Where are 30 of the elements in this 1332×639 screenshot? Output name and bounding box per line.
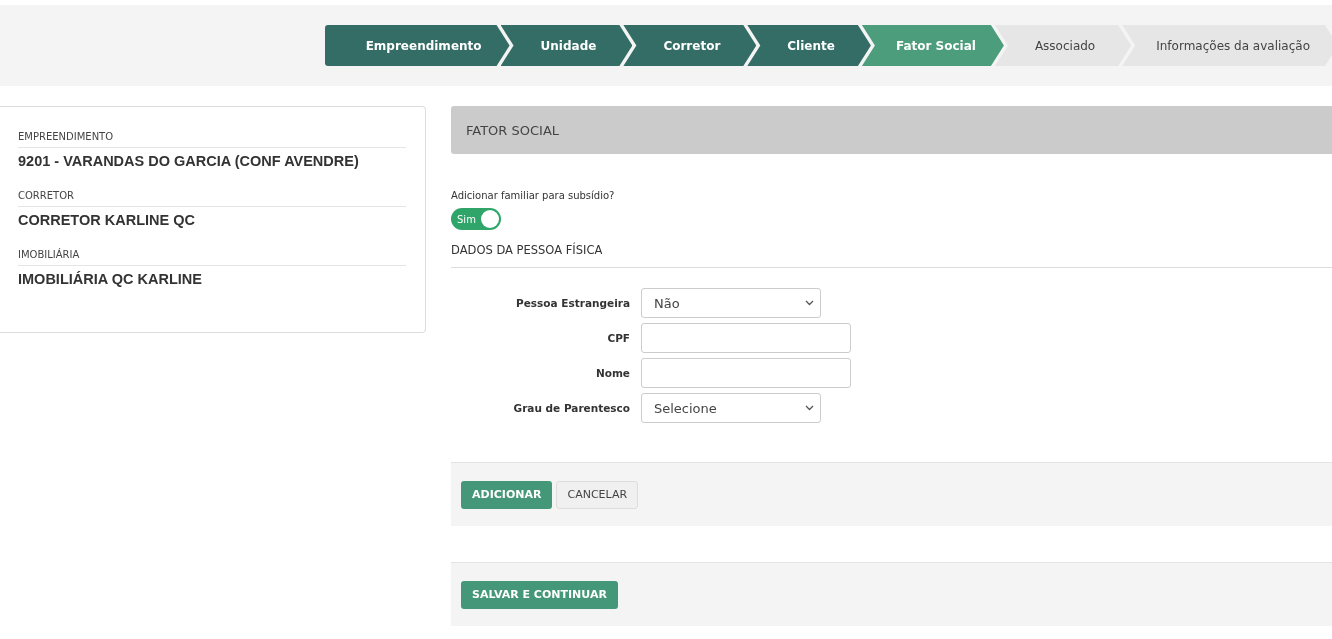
summary-value: 9201 - VARANDAS DO GARCIA (CONF AVENDRE): [18, 153, 360, 169]
step-tab[interactable]: Informações da avaliação: [1122, 25, 1332, 66]
step-tab[interactable]: Associado: [994, 25, 1132, 66]
input-field[interactable]: [641, 323, 851, 353]
panel-title: FATOR SOCIAL: [466, 122, 560, 138]
summary-value: IMOBILIÁRIA QC KARLINE: [18, 271, 203, 287]
step-tab[interactable]: Corretor: [623, 25, 757, 66]
chevron-down-icon: [805, 300, 814, 306]
toggle-label: Adicionar familiar para subsídio?: [451, 190, 616, 201]
section-title: DADOS DA PESSOA FÍSICA: [451, 243, 1332, 268]
save-continue-button[interactable]: SALVAR E CONTINUAR: [461, 580, 618, 609]
summary-label: CORRETOR: [18, 190, 406, 207]
step-tab[interactable]: Empreendimento: [324, 25, 510, 66]
step-tab[interactable]: Unidade: [500, 25, 633, 66]
step-tab[interactable]: Cliente: [747, 25, 871, 66]
field-label: Nome: [594, 367, 630, 379]
add-button[interactable]: ADICIONAR: [461, 480, 553, 509]
chevron-down-icon: [805, 405, 814, 411]
step-tab[interactable]: Fator Social: [861, 25, 1004, 66]
summary-label: IMOBILIÁRIA: [18, 249, 406, 266]
input-field[interactable]: [641, 358, 851, 388]
field-label: CPF: [606, 332, 630, 344]
field-label: Pessoa Estrangeira: [515, 297, 630, 309]
cancel-button[interactable]: CANCELAR: [556, 480, 639, 509]
toggle-switch[interactable]: Sim: [451, 208, 501, 230]
select-field[interactable]: Selecione: [641, 393, 821, 423]
select-field[interactable]: Não: [641, 288, 821, 318]
summary-value: CORRETOR KARLINE QC: [18, 212, 196, 228]
summary-label: EMPREENDIMENTO: [18, 131, 406, 148]
field-label: Grau de Parentesco: [512, 402, 630, 414]
